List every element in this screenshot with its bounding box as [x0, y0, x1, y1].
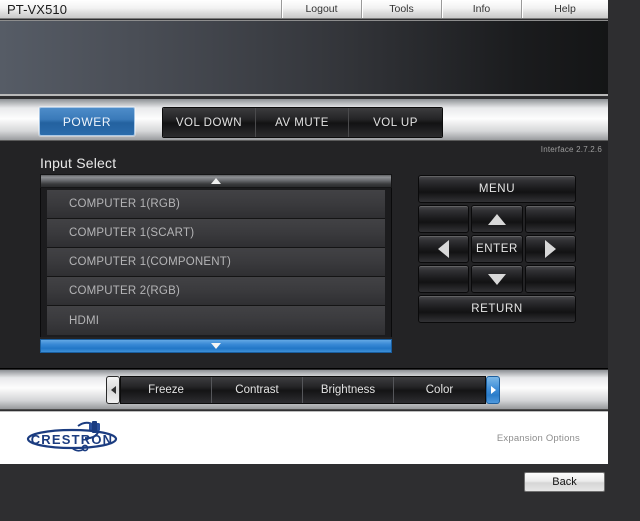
- enter-button[interactable]: ENTER: [471, 235, 523, 263]
- dpad-row-top: [418, 205, 576, 233]
- main-control-panel: Interface 2.7.2.6 Input Select COMPUTER …: [0, 141, 608, 369]
- av-button-group: VOL DOWN AV MUTE VOL UP: [162, 107, 443, 138]
- triangle-up-icon: [211, 178, 221, 184]
- freeze-button[interactable]: Freeze: [121, 377, 212, 403]
- list-item[interactable]: COMPUTER 1(SCART): [47, 219, 385, 248]
- input-select-title: Input Select: [40, 155, 117, 171]
- crestron-logo: CRESTRON: [26, 420, 136, 456]
- secondary-toolbar-controls: Freeze Contrast Brightness Color: [106, 376, 500, 404]
- pad-blank-bottom-left[interactable]: [418, 265, 470, 293]
- nav-item-help[interactable]: Help: [521, 0, 608, 18]
- triangle-down-icon: [211, 343, 221, 349]
- expansion-options-label: Expansion Options: [496, 433, 580, 444]
- adjustment-button-group: Freeze Contrast Brightness Color: [120, 376, 486, 404]
- arrow-left-icon: [438, 240, 450, 258]
- nav-item-logout[interactable]: Logout: [281, 0, 361, 18]
- arrow-right-icon: [544, 240, 556, 258]
- interface-version-label: Interface 2.7.2.6: [540, 145, 602, 154]
- input-select-list-wrapper: COMPUTER 1(RGB) COMPUTER 1(SCART) COMPUT…: [40, 174, 392, 353]
- remote-control-pad: MENU ENTER RETURN: [418, 175, 576, 323]
- arrow-down-icon: [487, 273, 506, 285]
- vol-down-button[interactable]: VOL DOWN: [163, 108, 256, 137]
- pad-blank-top-left[interactable]: [418, 205, 470, 233]
- list-item[interactable]: COMPUTER 1(RGB): [47, 190, 385, 219]
- dpad-row-middle: ENTER: [418, 235, 576, 263]
- list-scroll-down-button[interactable]: [40, 339, 392, 353]
- contrast-button[interactable]: Contrast: [212, 377, 303, 403]
- arrow-up-button[interactable]: [471, 205, 523, 233]
- chevron-left-icon: [110, 386, 116, 394]
- brightness-button[interactable]: Brightness: [303, 377, 394, 403]
- av-mute-button[interactable]: AV MUTE: [256, 108, 349, 137]
- nav-links: Logout Tools Info Help: [281, 0, 608, 18]
- chevron-right-icon: [490, 386, 496, 394]
- input-select-list: COMPUTER 1(RGB) COMPUTER 1(SCART) COMPUT…: [40, 188, 392, 337]
- arrow-down-button[interactable]: [471, 265, 523, 293]
- menu-button[interactable]: MENU: [418, 175, 576, 203]
- pad-blank-top-right[interactable]: [524, 205, 576, 233]
- nav-item-tools[interactable]: Tools: [361, 0, 441, 18]
- nav-item-info[interactable]: Info: [441, 0, 521, 18]
- arrow-left-button[interactable]: [418, 235, 470, 263]
- list-item[interactable]: HDMI: [47, 306, 385, 335]
- dpad-spacer: RETURN: [418, 295, 576, 323]
- arrow-up-icon: [487, 213, 506, 225]
- color-button[interactable]: Color: [394, 377, 485, 403]
- crestron-logo-svg: CRESTRON: [26, 421, 118, 452]
- page-title: PT-VX510: [7, 1, 68, 17]
- dpad-row-bottom: [418, 265, 576, 293]
- return-button[interactable]: RETURN: [418, 295, 576, 323]
- footer-bar: CRESTRON Expansion Options: [0, 411, 608, 464]
- back-button[interactable]: Back: [524, 472, 605, 492]
- list-item[interactable]: COMPUTER 1(COMPONENT): [47, 248, 385, 277]
- projector-web-control-page: PT-VX510 Logout Tools Info Help POWER VO…: [0, 0, 640, 521]
- list-scroll-up-button[interactable]: [40, 174, 392, 188]
- crestron-wordmark: CRESTRON: [31, 432, 114, 447]
- header-banner: [0, 20, 608, 96]
- arrow-right-button[interactable]: [524, 235, 576, 263]
- power-button[interactable]: POWER: [39, 107, 135, 136]
- vol-up-button[interactable]: VOL UP: [349, 108, 442, 137]
- pad-blank-bottom-right[interactable]: [524, 265, 576, 293]
- toolbar-prev-button[interactable]: [106, 376, 120, 404]
- list-item[interactable]: COMPUTER 2(RGB): [47, 277, 385, 306]
- toolbar-next-button[interactable]: [486, 376, 500, 404]
- top-navigation-bar: PT-VX510 Logout Tools Info Help: [0, 0, 608, 19]
